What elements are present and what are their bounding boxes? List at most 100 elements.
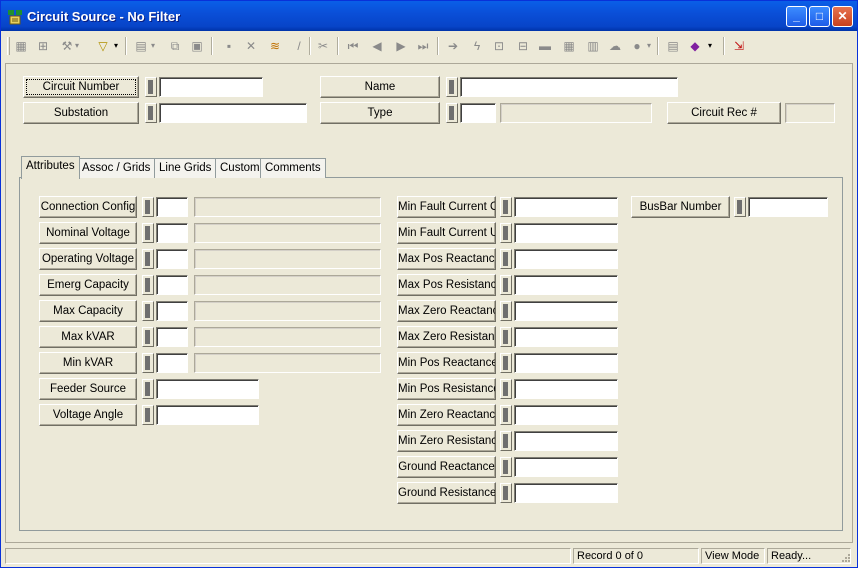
stack-icon[interactable]: ≋ bbox=[265, 36, 285, 56]
feeder-source-input[interactable] bbox=[156, 379, 259, 399]
min-fault-current-ug-input[interactable] bbox=[514, 223, 618, 243]
filter-dropdown-icon[interactable]: ▾ bbox=[111, 36, 121, 56]
title-bar[interactable]: Circuit Source - No Filter _ □ ✕ bbox=[1, 1, 857, 31]
book-icon[interactable]: ◆ bbox=[685, 36, 705, 56]
min-pos-reactance-input[interactable] bbox=[514, 353, 618, 373]
table-icon[interactable]: ▤ bbox=[663, 36, 683, 56]
tab-attributes[interactable]: Attributes bbox=[21, 156, 80, 179]
min-kvar-code-input[interactable] bbox=[156, 353, 188, 373]
max-zero-resistance-input[interactable] bbox=[514, 327, 618, 347]
grid-icon[interactable]: ▦ bbox=[11, 36, 31, 56]
name-button[interactable]: Name bbox=[320, 76, 440, 98]
min-fault-current-oh-button[interactable]: Min Fault Current OH bbox=[397, 196, 496, 218]
record-counter: Record 0 of 0 bbox=[573, 548, 699, 564]
filter-icon[interactable]: ▽ bbox=[93, 36, 113, 56]
max-kvar-code-input[interactable] bbox=[156, 327, 188, 347]
find-icon[interactable]: ⊞ bbox=[33, 36, 53, 56]
cut-icon[interactable]: ✂ bbox=[313, 36, 333, 56]
min-zero-resistance-button[interactable]: Min Zero Resistance bbox=[397, 430, 496, 452]
min-zero-reactance-input[interactable] bbox=[514, 405, 618, 425]
prev-icon[interactable]: ◀ bbox=[367, 36, 387, 56]
max-pos-reactance-input[interactable] bbox=[514, 249, 618, 269]
goto-icon[interactable]: ➔ bbox=[443, 36, 463, 56]
tab-assoc-grids[interactable]: Assoc / Grids bbox=[77, 158, 156, 178]
max-capacity-button[interactable]: Max Capacity bbox=[39, 300, 137, 322]
next-icon[interactable]: ▶ bbox=[391, 36, 411, 56]
min-pos-resistance-input[interactable] bbox=[514, 379, 618, 399]
tab-line-grids[interactable]: Line Grids bbox=[154, 158, 217, 178]
copy-icon[interactable]: ⧉ bbox=[165, 36, 185, 56]
emerg-capacity-code-input[interactable] bbox=[156, 275, 188, 295]
emerg-capacity-button[interactable]: Emerg Capacity bbox=[39, 274, 137, 296]
cloud-icon[interactable]: ☁ bbox=[605, 36, 625, 56]
minimize-button[interactable]: _ bbox=[786, 6, 807, 27]
close-button[interactable]: ✕ bbox=[832, 6, 853, 27]
lightning-icon[interactable]: ϟ bbox=[467, 36, 487, 56]
ground-reactance-input[interactable] bbox=[514, 457, 618, 477]
substation-input[interactable] bbox=[159, 103, 307, 123]
circuit-number-button[interactable]: Circuit Number bbox=[23, 76, 139, 98]
operating-voltage-button[interactable]: Operating Voltage bbox=[39, 248, 137, 270]
resize-grip-icon[interactable] bbox=[839, 551, 851, 563]
book-dropdown-icon[interactable]: ▾ bbox=[705, 36, 715, 56]
ground-resistance-button[interactable]: Ground Resistance bbox=[397, 482, 496, 504]
min-fault-current-oh-input[interactable] bbox=[514, 197, 618, 217]
voltage-angle-input[interactable] bbox=[156, 405, 259, 425]
busbar-number-input[interactable] bbox=[748, 197, 828, 217]
last-icon[interactable]: ⏭ bbox=[413, 36, 433, 56]
search-icon[interactable]: ● bbox=[627, 36, 647, 56]
list-icon[interactable]: ▬ bbox=[535, 36, 555, 56]
max-pos-resistance-input[interactable] bbox=[514, 275, 618, 295]
ground-reactance-button[interactable]: Ground Reactance bbox=[397, 456, 496, 478]
feeder-source-button[interactable]: Feeder Source bbox=[39, 378, 137, 400]
first-icon[interactable]: ⏮ bbox=[343, 36, 363, 56]
max-pos-reactance-button[interactable]: Max Pos Reactance bbox=[397, 248, 496, 270]
nominal-voltage-button[interactable]: Nominal Voltage bbox=[39, 222, 137, 244]
edit-icon[interactable]: / bbox=[289, 36, 309, 56]
connection-config-code-input[interactable] bbox=[156, 197, 188, 217]
tools-dropdown-icon[interactable]: ▾ bbox=[73, 36, 81, 56]
tree-icon[interactable]: ⊟ bbox=[513, 36, 533, 56]
page-dropdown-icon[interactable]: ▾ bbox=[149, 36, 157, 56]
min-pos-reactance-button[interactable]: Min Pos Reactance bbox=[397, 352, 496, 374]
maximize-button[interactable]: □ bbox=[809, 6, 830, 27]
voltage-angle-button[interactable]: Voltage Angle bbox=[39, 404, 137, 426]
max-kvar-button[interactable]: Max kVAR bbox=[39, 326, 137, 348]
save-icon[interactable]: ▪ bbox=[219, 36, 239, 56]
close-icon: ✕ bbox=[837, 9, 848, 23]
nominal-voltage-code-input[interactable] bbox=[156, 223, 188, 243]
min-fault-current-ug-button[interactable]: Min Fault Current UG bbox=[397, 222, 496, 244]
min-kvar-button[interactable]: Min kVAR bbox=[39, 352, 137, 374]
max-zero-resistance-button[interactable]: Max Zero Resistance bbox=[397, 326, 496, 348]
max-pos-resistance-button[interactable]: Max Pos Resistance bbox=[397, 274, 496, 296]
type-code-input[interactable] bbox=[460, 103, 496, 123]
connection-config-button[interactable]: Connection Config bbox=[39, 196, 137, 218]
toolbar-grip[interactable] bbox=[7, 37, 10, 55]
max-capacity-desc bbox=[194, 301, 381, 321]
max-zero-reactance-input[interactable] bbox=[514, 301, 618, 321]
tab-comments[interactable]: Comments bbox=[260, 158, 326, 178]
app-icon bbox=[8, 10, 22, 25]
min-zero-reactance-button[interactable]: Min Zero Reactance bbox=[397, 404, 496, 426]
type-button[interactable]: Type bbox=[320, 102, 440, 124]
delete-icon[interactable]: ✕ bbox=[241, 36, 261, 56]
report-icon[interactable]: ⊡ bbox=[489, 36, 509, 56]
search-dropdown-icon[interactable]: ▾ bbox=[645, 36, 653, 56]
name-input[interactable] bbox=[460, 77, 678, 97]
ground-resistance-input[interactable] bbox=[514, 483, 618, 503]
chart-icon[interactable]: ▥ bbox=[583, 36, 603, 56]
min-zero-resistance-input[interactable] bbox=[514, 431, 618, 451]
operating-voltage-code-input[interactable] bbox=[156, 249, 188, 269]
busbar-number-button[interactable]: BusBar Number bbox=[631, 196, 730, 218]
exit-icon[interactable]: ⇲ bbox=[729, 36, 749, 56]
page-icon[interactable]: ▤ bbox=[131, 36, 151, 56]
circuit-rec-button[interactable]: Circuit Rec # bbox=[667, 102, 781, 124]
substation-button[interactable]: Substation bbox=[23, 102, 139, 124]
max-zero-reactance-button[interactable]: Max Zero Reactance bbox=[397, 300, 496, 322]
calc-icon[interactable]: ▦ bbox=[559, 36, 579, 56]
circuit-number-input[interactable] bbox=[159, 77, 263, 97]
tab-custom[interactable]: Custom bbox=[215, 158, 265, 178]
min-pos-resistance-button[interactable]: Min Pos Resistance bbox=[397, 378, 496, 400]
max-capacity-code-input[interactable] bbox=[156, 301, 188, 321]
paste-icon[interactable]: ▣ bbox=[187, 36, 207, 56]
